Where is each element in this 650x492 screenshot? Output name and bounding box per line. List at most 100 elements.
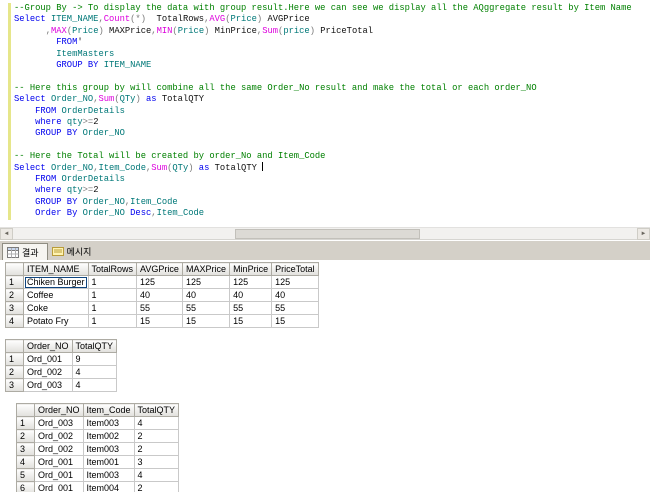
grid-cell[interactable]: 55: [272, 302, 319, 315]
code-area[interactable]: --Group By -> To display the data with g…: [14, 3, 632, 219]
editor-hscrollbar[interactable]: ◄ ►: [0, 227, 650, 240]
code-line: Select Order_NO,Item_Code,Sum(QTy) as To…: [14, 162, 632, 173]
results-grid-icon: [7, 247, 19, 258]
row-number[interactable]: 2: [6, 366, 24, 379]
grid-cell[interactable]: Item002: [83, 430, 134, 443]
grid-cell[interactable]: 125: [230, 276, 272, 289]
column-header[interactable]: MinPrice: [230, 263, 272, 276]
grid-cell[interactable]: 2: [134, 443, 179, 456]
column-header[interactable]: MAXPrice: [183, 263, 230, 276]
column-header[interactable]: ITEM_NAME: [24, 263, 89, 276]
grid-cell[interactable]: 40: [183, 289, 230, 302]
row-number[interactable]: 3: [6, 379, 24, 392]
grid-cell[interactable]: Ord_001: [35, 482, 84, 492]
row-number[interactable]: 1: [6, 276, 24, 289]
grid-cell[interactable]: Coffee: [24, 289, 89, 302]
grid-cell[interactable]: Ord_003: [35, 417, 84, 430]
row-number[interactable]: 2: [17, 430, 35, 443]
grid-cell[interactable]: 4: [72, 366, 117, 379]
grid-cell[interactable]: Item004: [83, 482, 134, 492]
grid-cell[interactable]: 4: [134, 469, 179, 482]
column-header[interactable]: Item_Code: [83, 404, 134, 417]
row-number[interactable]: 4: [6, 315, 24, 328]
column-header[interactable]: TotalRows: [88, 263, 137, 276]
grid-cell[interactable]: Item003: [83, 443, 134, 456]
tab-results[interactable]: 결과: [2, 243, 48, 260]
grid-cell[interactable]: 55: [137, 302, 183, 315]
column-header[interactable]: TotalQTY: [134, 404, 179, 417]
row-number[interactable]: 4: [17, 456, 35, 469]
grid-cell[interactable]: 1: [88, 289, 137, 302]
grid-cell[interactable]: Ord_003: [24, 379, 73, 392]
grid-cell[interactable]: 1: [88, 276, 137, 289]
code-line: [14, 71, 632, 82]
code-line: ,MAX(Price) MAXPrice,MIN(Price) MinPrice…: [14, 26, 632, 37]
row-number[interactable]: 3: [6, 302, 24, 315]
grid-cell[interactable]: Chiken Burger: [24, 276, 89, 289]
grid-cell[interactable]: Ord_001: [35, 469, 84, 482]
grid-cell[interactable]: Item003: [83, 417, 134, 430]
scroll-left-arrow-icon[interactable]: ◄: [0, 228, 13, 240]
grid-cell[interactable]: 4: [134, 417, 179, 430]
grid-cell[interactable]: 2: [134, 482, 179, 492]
grid-cell[interactable]: Item003: [83, 469, 134, 482]
row-number[interactable]: 3: [17, 443, 35, 456]
grid-cell[interactable]: 15: [183, 315, 230, 328]
scrollbar-thumb[interactable]: [235, 229, 420, 239]
grid-cell[interactable]: 15: [272, 315, 319, 328]
grid-cell[interactable]: 55: [183, 302, 230, 315]
grid-cell[interactable]: Item001: [83, 456, 134, 469]
table-row: 4Potato Fry115151515: [6, 315, 319, 328]
row-number[interactable]: 2: [6, 289, 24, 302]
table-row: 1Ord_003Item0034: [17, 417, 179, 430]
row-number[interactable]: 1: [17, 417, 35, 430]
grid-cell[interactable]: 40: [230, 289, 272, 302]
grid-cell[interactable]: 125: [272, 276, 319, 289]
grid-corner[interactable]: [6, 340, 24, 353]
ssms-window: --Group By -> To display the data with g…: [0, 0, 650, 492]
grid-cell[interactable]: 55: [230, 302, 272, 315]
grid-cell[interactable]: 15: [230, 315, 272, 328]
grid-cell[interactable]: Coke: [24, 302, 89, 315]
table-row: 2Coffee140404040: [6, 289, 319, 302]
grid-cell[interactable]: 40: [137, 289, 183, 302]
code-line: -- Here this group by will combine all t…: [14, 83, 632, 94]
grid-cell[interactable]: 2: [134, 430, 179, 443]
grid-cell[interactable]: 15: [137, 315, 183, 328]
row-number[interactable]: 1: [6, 353, 24, 366]
code-line: Select ITEM_NAME,Count(*) TotalRows,AVG(…: [14, 14, 632, 25]
column-header[interactable]: Order_NO: [24, 340, 73, 353]
column-header[interactable]: TotalQTY: [72, 340, 117, 353]
grid-cell[interactable]: Ord_002: [35, 443, 84, 456]
scroll-right-arrow-icon[interactable]: ►: [637, 228, 650, 240]
grid-cell[interactable]: 4: [72, 379, 117, 392]
grid-cell[interactable]: 125: [137, 276, 183, 289]
query-editor[interactable]: --Group By -> To display the data with g…: [0, 0, 650, 226]
tab-results-label: 결과: [22, 246, 39, 259]
grids: ITEM_NAMETotalRowsAVGPriceMAXPriceMinPri…: [5, 262, 650, 492]
grid-cell[interactable]: 1: [88, 315, 137, 328]
grid-corner[interactable]: [6, 263, 24, 276]
grid-cell[interactable]: 9: [72, 353, 117, 366]
table-row: 5Ord_001Item0034: [17, 469, 179, 482]
tab-messages[interactable]: 메시지: [48, 243, 100, 260]
code-line: where qty>=2: [14, 117, 632, 128]
column-header[interactable]: AVGPrice: [137, 263, 183, 276]
grid-cell[interactable]: 40: [272, 289, 319, 302]
table-row: 2Ord_002Item0022: [17, 430, 179, 443]
grid-cell[interactable]: Ord_001: [35, 456, 84, 469]
grid-cell[interactable]: 3: [134, 456, 179, 469]
row-number[interactable]: 5: [17, 469, 35, 482]
row-number[interactable]: 6: [17, 482, 35, 492]
grid-cell[interactable]: 125: [183, 276, 230, 289]
grid-cell[interactable]: Ord_001: [24, 353, 73, 366]
grid-cell[interactable]: 1: [88, 302, 137, 315]
column-header[interactable]: PriceTotal: [272, 263, 319, 276]
grid-cell[interactable]: Ord_002: [35, 430, 84, 443]
grid-cell[interactable]: Ord_002: [24, 366, 73, 379]
code-line: [14, 140, 632, 151]
column-header[interactable]: Order_NO: [35, 404, 84, 417]
grid-corner[interactable]: [17, 404, 35, 417]
result-grid-2: Order_NOTotalQTY 1Ord_0019 2Ord_0024 3Ord_0…: [5, 339, 117, 392]
grid-cell[interactable]: Potato Fry: [24, 315, 89, 328]
